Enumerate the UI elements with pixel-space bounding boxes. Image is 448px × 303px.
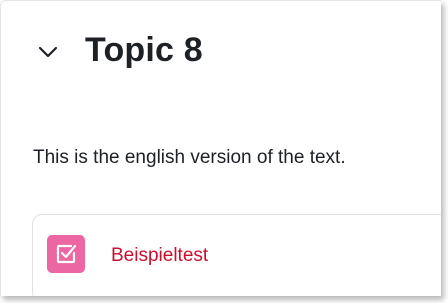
activity-item: Beispieltest <box>32 214 441 296</box>
activity-link[interactable]: Beispieltest <box>111 245 208 267</box>
course-section: Topic 8 This is the english version of t… <box>0 0 441 296</box>
section-title[interactable]: Topic 8 <box>85 31 203 70</box>
section-header: Topic 8 <box>37 25 203 75</box>
section-summary: This is the english version of the text. <box>33 147 346 168</box>
chevron-down-icon[interactable] <box>37 41 59 63</box>
quiz-checkbox-icon <box>47 235 85 273</box>
